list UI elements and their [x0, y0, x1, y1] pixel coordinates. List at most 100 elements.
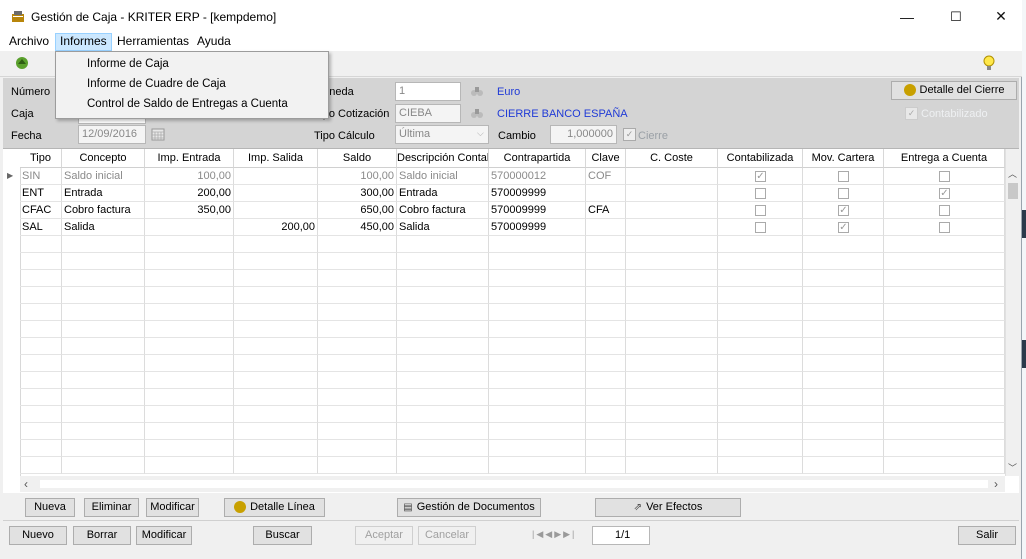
table-cell[interactable]: ✓ — [803, 219, 884, 236]
eliminar-line-button[interactable]: Eliminar — [84, 498, 139, 517]
table-cell[interactable]: 570009999 — [489, 219, 586, 236]
minimize-button[interactable]: — — [884, 0, 930, 33]
table-cell[interactable] — [884, 202, 1005, 219]
table-cell[interactable]: Cobro factura — [397, 202, 489, 219]
table-cell[interactable]: CFA — [586, 202, 626, 219]
borrar-button[interactable]: Borrar — [73, 526, 131, 545]
cambio-field[interactable]: 1,000000 — [550, 125, 617, 144]
next-record-icon[interactable]: ▶ — [554, 529, 563, 539]
checkbox[interactable] — [755, 222, 766, 233]
table-cell[interactable] — [626, 168, 718, 185]
table-cell[interactable]: 300,00 — [318, 185, 397, 202]
cierre-checkbox[interactable]: ✓ — [623, 128, 636, 141]
checkbox[interactable] — [838, 171, 849, 182]
close-button[interactable]: ✕ — [978, 0, 1024, 33]
table-cell[interactable] — [718, 185, 803, 202]
column-header[interactable]: Tipo — [20, 149, 62, 168]
table-cell[interactable] — [718, 219, 803, 236]
column-header[interactable]: C. Coste — [626, 149, 718, 168]
table-cell[interactable]: Saldo inicial — [62, 168, 145, 185]
table-cell[interactable] — [586, 185, 626, 202]
nuevo-button[interactable]: Nuevo — [9, 526, 67, 545]
refresh-icon[interactable] — [14, 55, 30, 71]
tipo-calculo-select[interactable]: Última — [395, 125, 489, 144]
detalle-cierre-button[interactable]: Detalle del Cierre — [891, 81, 1017, 100]
checkbox[interactable] — [755, 205, 766, 216]
table-cell[interactable] — [718, 202, 803, 219]
maximize-button[interactable]: ☐ — [933, 0, 979, 33]
tipo-cotizacion-field[interactable]: CIEBA — [395, 104, 461, 123]
table-cell[interactable]: ENT — [20, 185, 62, 202]
table-cell[interactable]: Entrada — [397, 185, 489, 202]
table-cell[interactable]: Saldo inicial — [397, 168, 489, 185]
column-header[interactable]: Contrapartida — [489, 149, 586, 168]
buscar-button[interactable]: Buscar — [253, 526, 312, 545]
prev-record-icon[interactable]: ◀ — [545, 529, 554, 539]
table-cell[interactable] — [234, 168, 318, 185]
contabilizado-checkbox[interactable]: ✓ — [905, 107, 918, 120]
column-header[interactable]: Imp. Entrada — [145, 149, 234, 168]
checkbox[interactable]: ✓ — [838, 205, 849, 216]
table-cell[interactable]: CFAC — [20, 202, 62, 219]
column-header[interactable]: Entrega a Cuenta — [884, 149, 1005, 168]
ver-efectos-button[interactable]: ⇗ Ver Efectos — [595, 498, 741, 517]
table-cell[interactable] — [626, 202, 718, 219]
table-cell[interactable]: 570009999 — [489, 185, 586, 202]
table-cell[interactable]: 350,00 — [145, 202, 234, 219]
table-cell[interactable]: 100,00 — [145, 168, 234, 185]
first-record-icon[interactable]: |◀ — [532, 529, 545, 539]
modificar-button[interactable]: Modificar — [136, 526, 192, 545]
column-header[interactable]: Clave — [586, 149, 626, 168]
table-cell[interactable]: COF — [586, 168, 626, 185]
calendar-icon[interactable] — [151, 127, 165, 141]
fecha-field[interactable]: 12/09/2016 — [78, 125, 146, 144]
table-cell[interactable] — [803, 185, 884, 202]
table-cell[interactable]: Salida — [62, 219, 145, 236]
table-cell[interactable]: 570009999 — [489, 202, 586, 219]
checkbox[interactable] — [939, 205, 950, 216]
checkbox[interactable] — [838, 188, 849, 199]
record-navigator[interactable]: |◀◀▶▶| — [532, 529, 576, 540]
lightbulb-icon[interactable] — [981, 54, 997, 72]
table-cell[interactable] — [234, 202, 318, 219]
menu-informes[interactable]: Informes — [55, 33, 112, 51]
table-cell[interactable]: 200,00 — [234, 219, 318, 236]
table-cell[interactable] — [626, 185, 718, 202]
menu-herramientas[interactable]: Herramientas — [113, 33, 193, 51]
table-cell[interactable]: SIN — [20, 168, 62, 185]
table-cell[interactable] — [803, 168, 884, 185]
table-cell[interactable]: 570000012 — [489, 168, 586, 185]
menu-item-informe-caja[interactable]: Informe de Caja — [87, 58, 169, 70]
table-cell[interactable]: ✓ — [718, 168, 803, 185]
horizontal-scrollbar[interactable]: ‹ › — [20, 476, 1005, 492]
scroll-left-icon[interactable]: ‹ — [24, 477, 28, 491]
table-cell[interactable]: SAL — [20, 219, 62, 236]
column-header[interactable]: Concepto — [62, 149, 145, 168]
table-cell[interactable]: ✓ — [884, 185, 1005, 202]
cancelar-button[interactable]: Cancelar — [418, 526, 476, 545]
table-cell[interactable]: 100,00 — [318, 168, 397, 185]
table-cell[interactable] — [884, 168, 1005, 185]
aceptar-button[interactable]: Aceptar — [355, 526, 413, 545]
scroll-up-icon[interactable]: ︿ — [1008, 167, 1017, 180]
scroll-track[interactable] — [40, 480, 988, 488]
table-cell[interactable]: 450,00 — [318, 219, 397, 236]
column-header[interactable]: Mov. Cartera — [803, 149, 884, 168]
menu-ayuda[interactable]: Ayuda — [193, 33, 235, 51]
binoculars-icon[interactable] — [470, 107, 484, 119]
table-cell[interactable]: 200,00 — [145, 185, 234, 202]
column-header[interactable]: Contabilizada — [718, 149, 803, 168]
column-header[interactable]: Saldo — [318, 149, 397, 168]
column-header[interactable]: Descripción Contable — [397, 149, 489, 168]
checkbox[interactable]: ✓ — [838, 222, 849, 233]
table-cell[interactable]: ✓ — [803, 202, 884, 219]
checkbox[interactable] — [939, 171, 950, 182]
table-cell[interactable] — [145, 219, 234, 236]
checkbox[interactable]: ✓ — [755, 171, 766, 182]
column-header[interactable]: Imp. Salida — [234, 149, 318, 168]
last-record-icon[interactable]: ▶| — [563, 529, 576, 539]
table-cell[interactable]: 650,00 — [318, 202, 397, 219]
scroll-down-icon[interactable]: ﹀ — [1008, 461, 1017, 474]
checkbox[interactable] — [755, 188, 766, 199]
gestion-documentos-button[interactable]: ▤ Gestión de Documentos — [397, 498, 541, 517]
